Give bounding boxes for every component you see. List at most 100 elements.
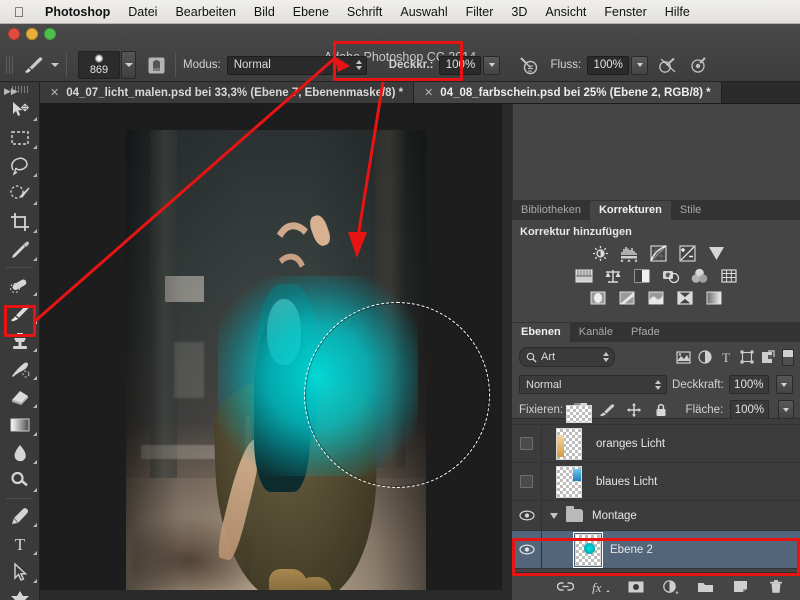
tool-preset-chevron-icon[interactable] xyxy=(51,63,59,67)
layer-thumbnail-cell[interactable] xyxy=(566,531,610,568)
new-layer-icon[interactable] xyxy=(730,578,751,596)
tool-spot-healing-brush[interactable] xyxy=(0,271,40,299)
canvas-horizontal-scrollbar[interactable] xyxy=(40,590,502,600)
close-tab-icon[interactable]: ✕ xyxy=(424,86,433,99)
shape-filter-icon[interactable] xyxy=(736,348,757,366)
tool-quick-selection[interactable] xyxy=(0,180,40,208)
options-bar-grip[interactable] xyxy=(6,56,14,74)
brush-panel-toggle-icon[interactable] xyxy=(144,53,168,77)
tool-rectangular-marquee[interactable] xyxy=(0,124,40,152)
selective-color-icon[interactable] xyxy=(704,289,724,306)
table-row[interactable]: Montage xyxy=(512,500,800,531)
new-adjustment-layer-icon[interactable] xyxy=(660,578,681,596)
layer-filter-type-select[interactable]: Art xyxy=(519,347,615,367)
airbrush-pressure-icon[interactable] xyxy=(516,53,540,77)
tool-move[interactable] xyxy=(0,96,40,124)
tool-pen[interactable] xyxy=(0,502,40,530)
lock-position-icon[interactable] xyxy=(624,401,644,419)
close-window-button[interactable] xyxy=(8,28,20,40)
tab-ebenen[interactable]: Ebenen xyxy=(512,323,570,342)
new-group-icon[interactable] xyxy=(695,578,716,596)
tool-history-brush[interactable] xyxy=(0,355,40,383)
brush-preset-picker-button[interactable] xyxy=(121,51,136,79)
pixel-filter-icon[interactable] xyxy=(673,348,694,366)
layer-fill-input[interactable]: 100% xyxy=(730,400,769,419)
type-filter-icon[interactable]: T xyxy=(715,348,736,366)
layer-visibility-cell[interactable] xyxy=(512,462,542,501)
tab-stile[interactable]: Stile xyxy=(670,201,711,220)
tab-pfade[interactable]: Pfade xyxy=(622,323,669,342)
group-visibility-cell[interactable] xyxy=(512,500,542,531)
apple-logo-icon[interactable]:  xyxy=(10,5,28,19)
menu-item-datei[interactable]: Datei xyxy=(119,0,166,24)
color-lookup-icon[interactable] xyxy=(719,267,739,284)
layer-opacity-dropdown-button[interactable] xyxy=(775,375,793,394)
threshold-icon[interactable] xyxy=(646,289,666,306)
flow-input[interactable]: 100% xyxy=(587,55,630,75)
airbrush-toggle-icon[interactable] xyxy=(656,53,680,77)
tab-kanaele[interactable]: Kanäle xyxy=(569,323,622,342)
group-name[interactable]: Montage xyxy=(592,510,637,522)
opacity-dropdown-button[interactable] xyxy=(483,55,501,75)
tool-gradient[interactable] xyxy=(0,411,40,439)
flow-dropdown-button[interactable] xyxy=(631,55,649,75)
tool-lasso[interactable] xyxy=(0,152,40,180)
adjustment-filter-icon[interactable] xyxy=(694,348,715,366)
layer-name[interactable]: blaues Licht xyxy=(596,476,657,488)
group-expand-toggle[interactable] xyxy=(542,512,566,519)
layer-thumbnail-cell[interactable] xyxy=(542,427,596,460)
layer-opacity-input[interactable]: 100% xyxy=(728,375,769,394)
brush-size-preview[interactable]: 869 xyxy=(78,51,120,79)
tool-path-selection[interactable] xyxy=(0,558,40,586)
table-row[interactable]: oranges Licht xyxy=(512,424,800,463)
tool-type[interactable]: T xyxy=(0,530,40,558)
minimize-window-button[interactable] xyxy=(26,28,38,40)
smartobject-filter-icon[interactable] xyxy=(757,348,778,366)
menu-item-photoshop[interactable]: Photoshop xyxy=(36,0,119,24)
hue-saturation-icon[interactable] xyxy=(574,267,594,284)
tab-bibliotheken[interactable]: Bibliotheken xyxy=(512,201,590,220)
layer-style-fx-icon[interactable]: fx xyxy=(590,578,611,596)
link-layers-icon[interactable] xyxy=(555,578,576,596)
exposure-icon[interactable] xyxy=(677,245,697,262)
lock-all-icon[interactable] xyxy=(651,401,671,419)
menu-item-schrift[interactable]: Schrift xyxy=(338,0,391,24)
levels-icon[interactable] xyxy=(619,245,639,262)
menu-item-3d[interactable]: 3D xyxy=(502,0,536,24)
tablet-pressure-size-icon[interactable] xyxy=(686,53,710,77)
menu-item-ansicht[interactable]: Ansicht xyxy=(536,0,595,24)
photo-filter-icon[interactable] xyxy=(661,267,681,284)
menu-item-fenster[interactable]: Fenster xyxy=(595,0,655,24)
close-tab-icon[interactable]: ✕ xyxy=(50,86,59,99)
layer-name[interactable]: oranges Licht xyxy=(596,438,665,450)
layer-visibility-cell[interactable] xyxy=(512,530,542,569)
tab-korrekturen[interactable]: Korrekturen xyxy=(589,201,671,220)
tool-brush[interactable] xyxy=(0,299,40,327)
tool-crop[interactable] xyxy=(0,208,40,236)
tool-eyedropper[interactable] xyxy=(0,236,40,264)
eye-hidden-icon[interactable] xyxy=(520,437,533,450)
document-tab-farbschein[interactable]: ✕ 04_08_farbschein.psd bei 25% (Ebene 2,… xyxy=(414,82,722,103)
tool-clone-stamp[interactable] xyxy=(0,327,40,355)
document-canvas[interactable] xyxy=(40,104,512,600)
color-balance-icon[interactable] xyxy=(603,267,623,284)
channel-mixer-icon[interactable] xyxy=(690,267,710,284)
table-row[interactable]: Ebene 2 xyxy=(512,530,800,569)
layer-name[interactable]: Ebene 2 xyxy=(610,544,653,556)
layer-fill-dropdown-button[interactable] xyxy=(777,400,795,419)
black-white-icon[interactable] xyxy=(632,267,652,284)
tool-dodge[interactable] xyxy=(0,467,40,495)
canvas-vertical-scrollbar[interactable] xyxy=(502,104,512,600)
zoom-window-button[interactable] xyxy=(44,28,56,40)
layer-blend-mode-select[interactable]: Normal xyxy=(519,375,667,394)
menu-item-ebene[interactable]: Ebene xyxy=(284,0,338,24)
menu-item-hilfe[interactable]: Hilfe xyxy=(656,0,699,24)
eye-hidden-icon[interactable] xyxy=(520,475,533,488)
blend-mode-select[interactable]: Normal xyxy=(226,55,367,75)
tool-blur[interactable] xyxy=(0,439,40,467)
tool-eraser[interactable] xyxy=(0,383,40,411)
layer-visibility-cell[interactable] xyxy=(512,424,542,463)
menu-item-bearbeiten[interactable]: Bearbeiten xyxy=(166,0,244,24)
lock-image-icon[interactable] xyxy=(597,401,617,419)
layer-thumbnail-cell[interactable] xyxy=(542,465,596,498)
